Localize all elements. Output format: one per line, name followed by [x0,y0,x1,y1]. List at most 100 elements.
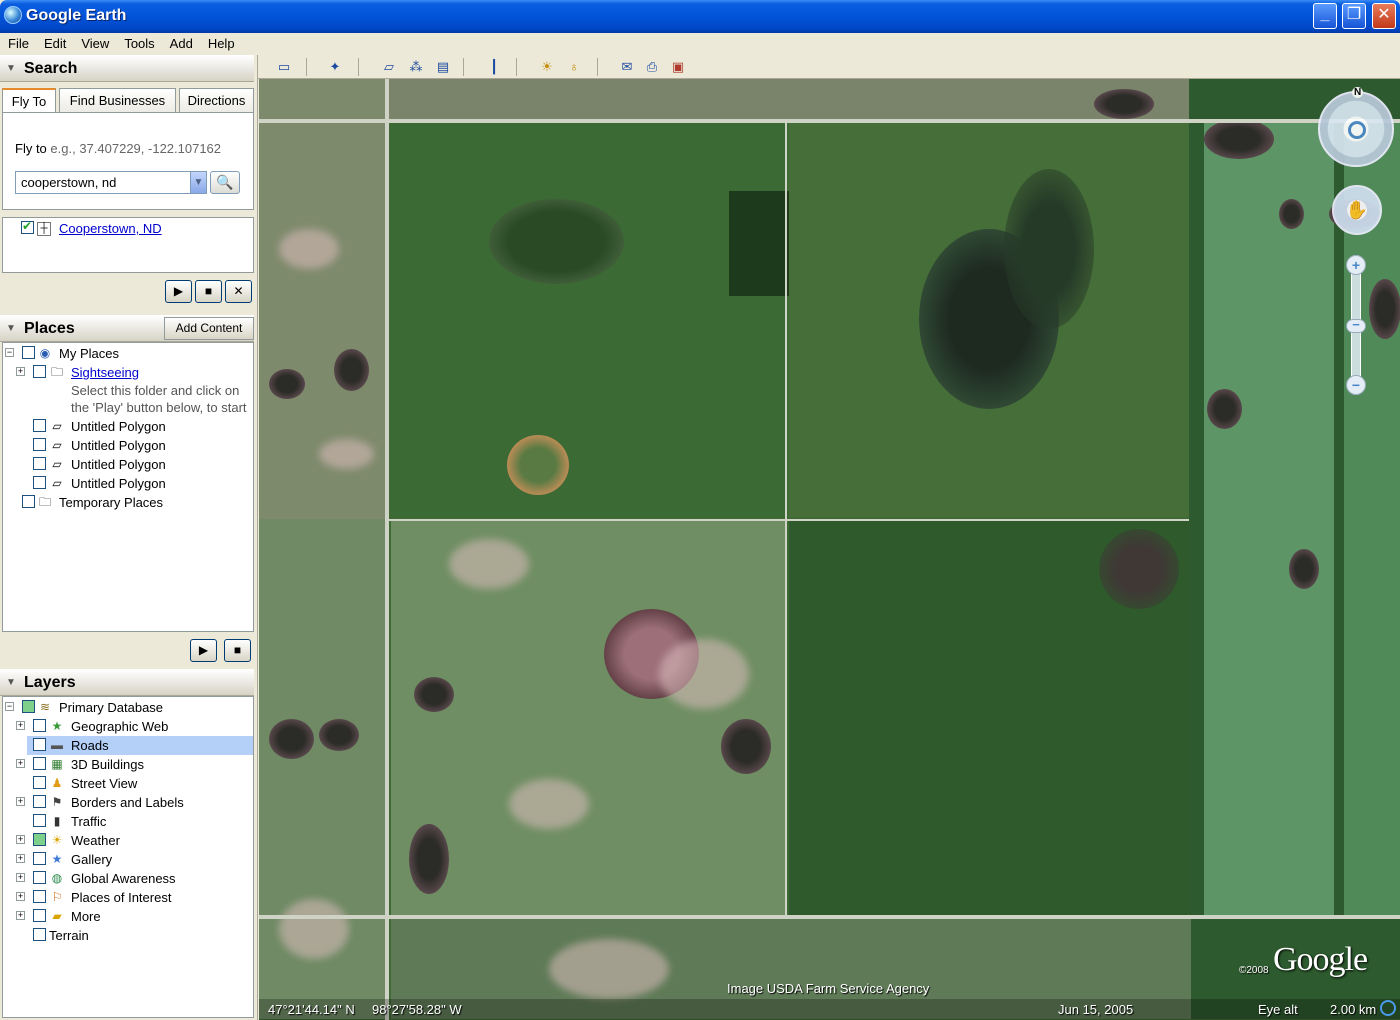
tree-item-sightseeing[interactable]: + 🗀 Sightseeing [3,363,253,382]
layer-weather[interactable]: + ☀ Weather [3,831,253,850]
tree-checkbox[interactable] [33,871,46,884]
layer-gallery[interactable]: + ★ Gallery [3,850,253,869]
tree-checkbox[interactable] [33,928,46,941]
tree-checkbox[interactable] [33,890,46,903]
menu-tools[interactable]: Tools [116,33,161,51]
image-overlay-icon[interactable]: ▤ [432,57,454,77]
tree-checkbox[interactable] [33,738,46,751]
tree-checkbox[interactable] [33,476,46,489]
play-places-button[interactable]: ▶ [190,639,217,662]
tree-checkbox[interactable] [33,719,46,732]
layer-street-view[interactable]: ♟ Street View [3,774,253,793]
layer-roads[interactable]: ▬ Roads [27,736,253,755]
email-icon[interactable]: ✉ [616,57,638,77]
result-link[interactable]: Cooperstown, ND [59,221,162,236]
tree-checkbox[interactable] [22,700,35,713]
expand-icon[interactable]: + [16,854,25,863]
expand-icon[interactable]: + [16,892,25,901]
result-checkbox[interactable] [21,219,34,234]
layer-geographic-web[interactable]: + ★ Geographic Web [3,717,253,736]
zoom-in-button[interactable]: + [1346,255,1366,275]
tree-checkbox[interactable] [33,438,46,451]
tree-checkbox[interactable] [33,833,46,846]
tab-find-businesses[interactable]: Find Businesses [59,88,176,112]
tree-item-temporary-places[interactable]: 🗀 Temporary Places [3,493,253,512]
close-button[interactable]: ✕ [1372,3,1396,29]
tree-item-polygon[interactable]: ▱ Untitled Polygon [3,436,253,455]
menu-edit[interactable]: Edit [36,33,73,51]
layer-places-of-interest[interactable]: + ⚐ Places of Interest [3,888,253,907]
search-panel-header[interactable]: ▼ Search [0,55,254,82]
path-add-icon[interactable]: ⁂ [405,57,427,77]
placemark-add-icon[interactable]: ✦ [324,57,346,77]
tree-checkbox[interactable] [33,776,46,789]
tree-item-polygon[interactable]: ▱ Untitled Polygon [3,455,253,474]
polygon-add-icon[interactable]: ▱ [378,57,400,77]
expand-icon[interactable]: + [16,835,25,844]
menu-file[interactable]: File [0,33,36,51]
tree-item-my-places[interactable]: − ◉ My Places [3,344,253,363]
pond [721,719,771,774]
expand-icon[interactable]: + [16,759,25,768]
tree-checkbox[interactable] [33,419,46,432]
minimize-button[interactable]: _ [1313,3,1337,29]
stop-places-button[interactable]: ■ [224,639,251,662]
maximize-button[interactable]: ❐ [1342,3,1366,29]
expand-icon[interactable]: + [16,721,25,730]
earth-map-view[interactable]: N ✋ + − − Image USDA Farm Service Agency… [259,79,1400,1020]
ruler-icon[interactable]: ┃ [483,57,505,77]
toolbar-separator [306,58,307,76]
tree-checkbox[interactable] [33,757,46,770]
tree-label[interactable]: Sightseeing [71,365,139,380]
menu-add[interactable]: Add [162,33,200,51]
tab-fly-to[interactable]: Fly To [2,88,56,113]
layer-primary-database[interactable]: − ≋ Primary Database [3,698,253,717]
layer-more[interactable]: + ▰ More [3,907,253,926]
expand-icon[interactable]: + [16,367,25,376]
look-eye-icon[interactable] [1348,121,1366,139]
menu-view[interactable]: View [73,33,116,51]
layer-borders-labels[interactable]: + ⚑ Borders and Labels [3,793,253,812]
tree-checkbox[interactable] [33,852,46,865]
tree-checkbox[interactable] [33,814,46,827]
search-button[interactable]: 🔍 [210,171,240,194]
expand-icon[interactable]: + [16,797,25,806]
menu-help[interactable]: Help [200,33,242,51]
layer-terrain[interactable]: Terrain [3,926,253,945]
sidebar-toggle-icon[interactable]: ▭ [273,57,295,77]
pan-control[interactable]: ✋ [1332,185,1382,235]
tree-checkbox[interactable] [33,909,46,922]
print-icon[interactable]: ⎙ [641,57,663,77]
sunlight-icon[interactable]: ☀ [536,57,558,77]
clear-results-button[interactable]: ✕ [225,280,252,303]
expand-icon[interactable]: + [16,873,25,882]
fly-to-dropdown-icon[interactable]: ▼ [190,172,206,193]
expand-icon[interactable]: + [16,911,25,920]
tree-item-polygon[interactable]: ▱ Untitled Polygon [3,417,253,436]
pond [1094,89,1154,119]
tree-item-polygon[interactable]: ▱ Untitled Polygon [3,474,253,493]
google-maps-icon[interactable]: ▣ [667,57,689,77]
layer-3d-buildings[interactable]: + ▦ 3D Buildings [3,755,253,774]
tree-checkbox[interactable] [33,365,46,378]
compass-navigation[interactable]: N [1318,87,1394,167]
stop-tour-button[interactable]: ■ [195,280,222,303]
collapse-icon[interactable]: − [5,348,14,357]
tree-checkbox[interactable] [33,457,46,470]
layer-global-awareness[interactable]: + ◍ Global Awareness [3,869,253,888]
tree-checkbox[interactable] [33,795,46,808]
layer-traffic[interactable]: ▮ Traffic [3,812,253,831]
zoom-slider-thumb[interactable]: − [1346,318,1366,333]
play-tour-button[interactable]: ▶ [165,280,192,303]
fly-to-input[interactable]: cooperstown, nd [15,171,207,194]
bare-soil-patch [659,639,749,709]
collapse-icon[interactable]: − [5,702,14,711]
tree-checkbox[interactable] [22,495,35,508]
add-content-button[interactable]: Add Content [164,317,254,340]
tab-directions[interactable]: Directions [179,88,254,112]
result-item[interactable]: ┼ Cooperstown, ND [21,219,251,238]
layers-panel-header[interactable]: ▼ Layers [0,669,254,696]
tree-checkbox[interactable] [22,346,35,359]
zoom-out-button[interactable]: − [1346,375,1366,395]
sky-planet-icon[interactable]: ♁ [563,57,585,77]
